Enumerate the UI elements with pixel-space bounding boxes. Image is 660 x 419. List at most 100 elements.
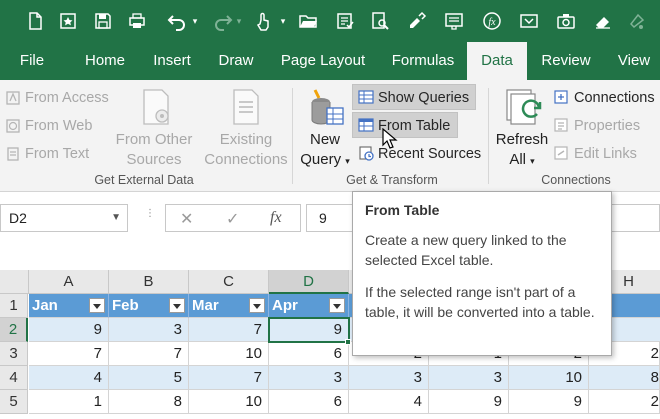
table-cell[interactable]: 3 (349, 366, 429, 390)
show-queries-button[interactable]: Show Queries (378, 90, 469, 106)
save-icon[interactable] (90, 8, 116, 34)
row-header-2[interactable]: 2 (0, 318, 28, 342)
table-header-label: Apr (272, 297, 298, 314)
table-header-cell[interactable]: Apr (269, 294, 349, 318)
new-document-icon[interactable] (22, 8, 48, 34)
column-header-a[interactable]: A (29, 270, 109, 294)
redo-dropdown-icon: ▾ (236, 15, 242, 26)
new-query-button[interactable]: New Query ▾ (295, 130, 355, 171)
open-file-icon[interactable] (55, 8, 81, 34)
camera-icon[interactable] (553, 8, 579, 34)
eraser-icon[interactable] (590, 8, 616, 34)
row-header-4[interactable]: 4 (0, 366, 28, 390)
tab-view[interactable]: View (609, 42, 659, 80)
tab-insert[interactable]: Insert (146, 42, 198, 80)
form-icon[interactable] (441, 8, 467, 34)
select-all-corner[interactable] (0, 270, 29, 294)
table-cell[interactable]: 10 (189, 390, 269, 414)
properties-button: Properties (574, 118, 641, 134)
column-header-b[interactable]: B (109, 270, 189, 294)
format-painter-icon[interactable] (404, 8, 430, 34)
tab-file[interactable]: File (0, 42, 64, 80)
table-cell[interactable]: 7 (109, 342, 189, 366)
compare-icon[interactable] (516, 8, 542, 34)
touch-mode-icon[interactable] (250, 8, 276, 34)
enter-icon[interactable]: ✓ (226, 209, 239, 229)
name-box[interactable]: D2 ▼ (0, 204, 128, 232)
tab-page-layout[interactable]: Page Layout (275, 42, 371, 80)
table-header-cell[interactable]: Feb (109, 294, 189, 318)
table-cell[interactable]: 8 (589, 366, 660, 390)
new-query-label-2: Query ▾ (300, 151, 350, 168)
table-cell[interactable]: 7 (189, 318, 269, 342)
table-cell[interactable]: 3 (429, 366, 509, 390)
name-box-dropdown-icon[interactable]: ▼ (111, 205, 121, 231)
table-header-label: Feb (112, 297, 139, 314)
tab-formulas[interactable]: Formulas (384, 42, 462, 80)
table-cell[interactable]: 7 (29, 342, 109, 366)
group-label-connections: Connections (541, 173, 611, 187)
table-cell[interactable]: 4 (349, 390, 429, 414)
from-other-sources-button: From Other Sources (110, 130, 198, 170)
table-cell[interactable]: 6 (269, 390, 349, 414)
table-cell[interactable]: 4 (29, 366, 109, 390)
tab-home[interactable]: Home (78, 42, 132, 80)
filter-dropdown-icon[interactable] (249, 298, 265, 313)
column-header-c[interactable]: C (189, 270, 269, 294)
table-header-label: Jan (32, 297, 58, 314)
refresh-all-button[interactable]: Refresh All ▾ (492, 130, 552, 171)
formula-buttons: ✕ ✓ fx (165, 204, 301, 232)
tab-data[interactable]: Data (467, 42, 527, 80)
fill-handle[interactable] (345, 339, 351, 345)
table-header-label: Mar (192, 297, 219, 314)
paint-icon (624, 8, 650, 34)
column-header-d[interactable]: D (269, 270, 349, 294)
table-cell[interactable]: 1 (29, 390, 109, 414)
filter-dropdown-icon[interactable] (89, 298, 105, 313)
table-cell[interactable]: 10 (189, 342, 269, 366)
undo-icon[interactable] (164, 8, 190, 34)
table-cell[interactable]: 6 (269, 342, 349, 366)
insert-function-icon[interactable]: fx (479, 8, 505, 34)
connections-icon (554, 90, 568, 104)
edit-links-button: Edit Links (574, 146, 637, 162)
formula-bar-resize-handle[interactable]: ⋮ (145, 209, 155, 219)
table-cell[interactable]: 2 (589, 390, 660, 414)
from-other-sources-label-2: Sources (126, 151, 182, 168)
table-cell[interactable]: 9 (29, 318, 109, 342)
tab-draw[interactable]: Draw (210, 42, 262, 80)
table-cell[interactable]: 5 (109, 366, 189, 390)
insert-function-button[interactable]: fx (270, 209, 282, 227)
spelling-icon[interactable] (332, 8, 358, 34)
cancel-icon[interactable]: ✕ (180, 209, 193, 229)
redo-icon (210, 8, 236, 34)
open-folder-icon[interactable] (295, 8, 321, 34)
row-header-5[interactable]: 5 (0, 390, 28, 414)
connections-button[interactable]: Connections (574, 90, 655, 106)
touch-dropdown-icon[interactable]: ▾ (278, 8, 288, 34)
from-table-tooltip: From Table Create a new query linked to … (352, 191, 612, 356)
filter-dropdown-icon[interactable] (169, 298, 185, 313)
table-cell[interactable]: 10 (509, 366, 589, 390)
table-cell[interactable]: 3 (109, 318, 189, 342)
filter-dropdown-icon[interactable] (329, 298, 345, 313)
refresh-all-label-2: All ▾ (509, 151, 535, 168)
table-cell[interactable]: 3 (269, 366, 349, 390)
existing-connections-label-1: Existing (219, 131, 273, 148)
row-header-3[interactable]: 3 (0, 342, 28, 366)
from-text-button: From Text (25, 146, 90, 162)
recent-sources-icon (359, 146, 374, 161)
print-icon[interactable] (124, 8, 150, 34)
svg-text:fx: fx (488, 17, 496, 28)
table-cell[interactable]: 7 (189, 366, 269, 390)
table-header-cell[interactable]: Mar (189, 294, 269, 318)
table-cell[interactable]: 9 (429, 390, 509, 414)
table-cell[interactable]: 8 (109, 390, 189, 414)
table-header-cell[interactable]: Jan (29, 294, 109, 318)
print-preview-icon[interactable] (367, 8, 393, 34)
table-cell[interactable]: 9 (509, 390, 589, 414)
row-header-1[interactable]: 1 (0, 294, 28, 318)
undo-dropdown-icon[interactable]: ▾ (190, 8, 200, 34)
tab-review[interactable]: Review (534, 42, 598, 80)
access-database-icon (6, 91, 20, 105)
